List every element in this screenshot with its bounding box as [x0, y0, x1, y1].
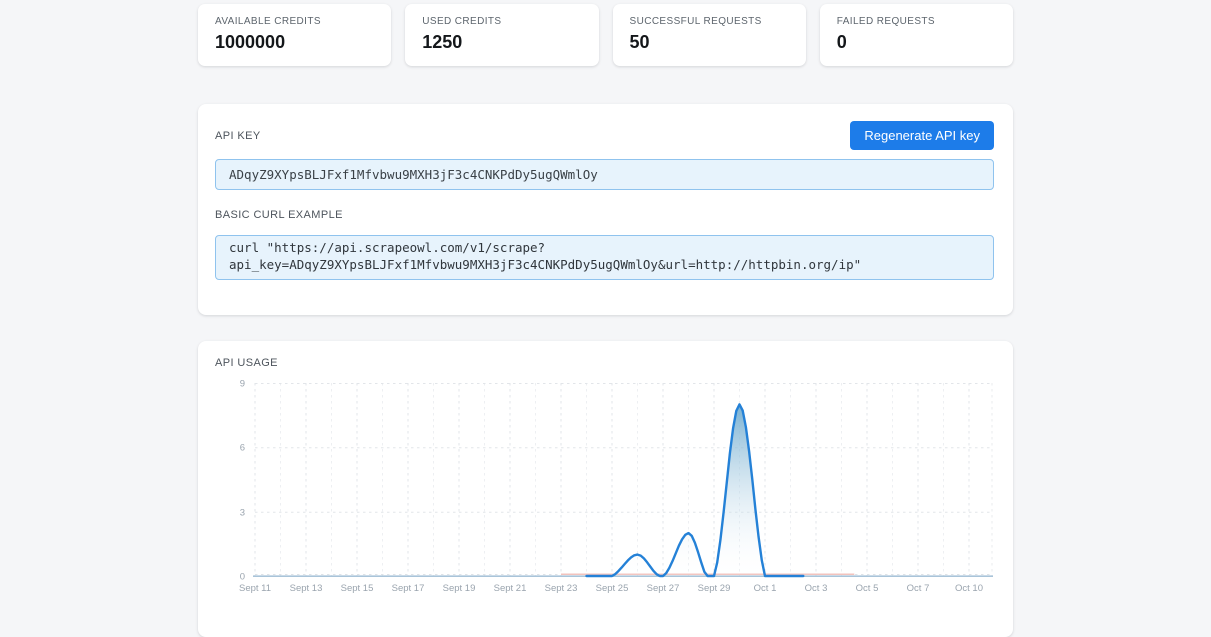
y-tick-label: 6 — [239, 442, 245, 454]
y-tick-label: 0 — [239, 571, 245, 583]
stat-card-available-credits: AVAILABLE CREDITS 1000000 — [198, 4, 392, 66]
x-tick-label: Sept 25 — [595, 583, 629, 594]
stat-card-used-credits: USED CREDITS 1250 — [405, 4, 599, 66]
stat-card-successful-requests: SUCCESSFUL REQUESTS 50 — [612, 4, 806, 66]
y-tick-label: 3 — [239, 507, 245, 519]
x-tick-label: Sept 21 — [493, 583, 527, 594]
x-tick-label: Oct 7 — [906, 583, 930, 594]
y-tick-label: 9 — [239, 378, 245, 390]
x-tick-label: Oct 3 — [804, 583, 828, 594]
x-tick-label: Oct 1 — [753, 583, 777, 594]
x-tick-label: Sept 11 — [238, 583, 272, 594]
x-tick-label: Oct 5 — [855, 583, 879, 594]
curl-line: api_key=ADqyZ9XYpsBLJFxf1Mfvbwu9MXH3jF3c… — [229, 256, 862, 272]
usage-area-fill — [586, 404, 804, 576]
api-usage-title: API USAGE — [215, 357, 278, 369]
x-tick-label: Sept 15 — [340, 583, 374, 594]
x-axis-labels: Sept 11 Sept 13 Sept 15 Sept 17 Sept 19 Sept … — [239, 583, 993, 597]
x-tick-label: Oct 10 — [955, 583, 983, 594]
x-tick-label: Sept 27 — [646, 583, 680, 594]
stat-value: 50 — [629, 32, 650, 52]
stat-label: USED CREDITS — [422, 16, 502, 27]
stat-card-failed-requests: FAILED REQUESTS 0 — [819, 4, 1013, 66]
stat-value: 0 — [836, 32, 847, 52]
stat-label: SUCCESSFUL REQUESTS — [629, 16, 762, 27]
api-key-field[interactable]: ADqyZ9XYpsBLJFxf1Mfvbwu9MXH3jF3c4CNKPdDy… — [215, 159, 994, 190]
api-key-header: API KEY Regenerate API key — [215, 121, 994, 150]
usage-chart: 9 6 3 0 Sept 11 Sept 13 Sept 15 Sept 17 Sept 19… — [239, 379, 993, 597]
curl-example-title: BASIC CURL EXAMPLE — [215, 209, 343, 221]
x-tick-label: Sept 13 — [289, 583, 323, 594]
stats-row: AVAILABLE CREDITS 1000000 USED CREDITS 1… — [198, 4, 1013, 66]
stat-value: 1000000 — [215, 32, 286, 52]
x-tick-label: Sept 17 — [391, 583, 425, 594]
api-key-title: API KEY — [215, 129, 261, 142]
x-tick-label: Sept 19 — [442, 583, 476, 594]
stat-label: AVAILABLE CREDITS — [215, 16, 321, 27]
regenerate-api-key-button[interactable]: Regenerate API key — [850, 121, 994, 150]
x-tick-label: Sept 29 — [697, 583, 731, 594]
api-usage-panel: API USAGE 9630 Sept 11 Sept 13 Sept 15 Sept… — [198, 341, 1013, 637]
curl-example-code: curl "https://api.scrapeowl.com/v1/scrap… — [215, 235, 994, 280]
usage-chart-svg — [253, 383, 993, 578]
stat-label: FAILED REQUESTS — [836, 16, 935, 27]
x-tick-label: Sept 23 — [544, 583, 578, 594]
api-key-panel: API KEY Regenerate API key ADqyZ9XYpsBLJ… — [198, 104, 1013, 315]
curl-line: curl "https://api.scrapeowl.com/v1/scrap… — [229, 240, 546, 255]
dashboard-content: AVAILABLE CREDITS 1000000 USED CREDITS 1… — [198, 0, 1013, 637]
stat-value: 1250 — [422, 32, 463, 52]
